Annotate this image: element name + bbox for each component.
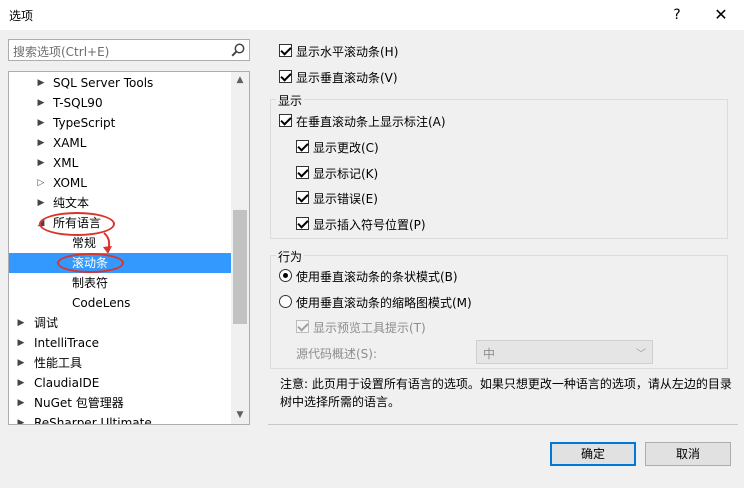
search-icon[interactable] [230,42,246,58]
show-caret-label[interactable]: 显示插入符号位置(P) [313,216,426,233]
note-text: 注意: 此页用于设置所有语言的选项。如果只想更改一种语言的选项，请从左边的目录树… [280,377,732,409]
expand-arrow-icon[interactable]: ▶ [35,113,47,133]
expand-arrow-icon[interactable]: ▷ [35,173,47,193]
expand-arrow-icon[interactable]: ▶ [15,413,27,424]
show-vertical-scrollbar-label[interactable]: 显示垂直滚动条(V) [296,69,398,86]
tree-item[interactable]: ▶ TypeScript [9,113,231,133]
tree-item[interactable]: ▶ 调试 [9,313,231,333]
show-errors-checkbox[interactable] [296,191,309,204]
source-overview-select: 中 ﹀ [476,340,653,364]
tree-item[interactable]: 常规 [9,233,231,253]
search-placeholder: 搜索选项(Ctrl+E) [13,45,110,59]
expand-arrow-icon[interactable]: ▶ [35,133,47,153]
tree-item-label: CodeLens [72,296,131,310]
tree-item-label: 制表符 [72,276,109,290]
expand-arrow-icon[interactable]: ▶ [35,73,47,93]
source-overview-value: 中 [483,347,496,361]
show-caret-checkbox[interactable] [296,217,309,230]
tree-item[interactable]: ▶ 纯文本 [9,193,231,213]
tree-item[interactable]: ▶ SQL Server Tools [9,73,231,93]
display-group-title: 显示 [276,92,305,109]
expand-arrow-icon[interactable]: ▶ [35,93,47,113]
tree-item-label: XML [53,156,79,170]
tree-item-label: T-SQL90 [53,96,103,110]
tree-item[interactable]: ▷ XOML [9,173,231,193]
tree-item-label: XAML [53,136,87,150]
tree-item[interactable]: ▶ IntelliTrace [9,333,231,353]
show-horizontal-scrollbar-checkbox[interactable] [279,44,292,57]
tree-item[interactable]: ▶ ReSharper Ultimate [9,413,231,424]
expand-arrow-icon[interactable]: ▶ [15,333,27,353]
options-tree[interactable]: ▶ SQL Server Tools ▶ T-SQL90 ▶ TypeScript ▶ XAM… [8,71,250,425]
expand-arrow-icon[interactable]: ▶ [15,353,27,373]
show-preview-label: 显示预览工具提示(T) [313,321,426,335]
scroll-down-arrow-icon[interactable]: ▼ [231,407,249,424]
tree-item[interactable]: ▶ T-SQL90 [9,93,231,113]
behavior-group-title: 行为 [276,248,305,265]
tree-item-label: 性能工具 [34,356,83,370]
tree-item-label: TypeScript [53,116,116,130]
title-bar: 选项 ? ✕ [0,0,744,30]
tree-item[interactable]: 制表符 [9,273,231,293]
expand-arrow-icon[interactable]: ▶ [15,373,27,393]
tree-item[interactable]: ▶ 性能工具 [9,353,231,373]
tree-item-label: 纯文本 [53,196,90,210]
tree-item[interactable]: ▶ XML [9,153,231,173]
source-overview-label: 源代码概述(S): [296,347,378,361]
tree-item-label: XOML [53,176,87,190]
close-button[interactable]: ✕ [708,3,734,27]
show-changes-checkbox[interactable] [296,140,309,153]
show-changes-label[interactable]: 显示更改(C) [313,139,379,156]
tree-item[interactable]: CodeLens [9,293,231,313]
show-marks-label[interactable]: 显示标记(K) [313,165,378,182]
annotation-circle-scrollbar-item [57,253,124,273]
divider [268,424,738,425]
expand-arrow-icon[interactable]: ▶ [15,313,27,333]
tree-item-label: IntelliTrace [34,336,100,350]
tree-scrollbar[interactable]: ▲ ▼ [231,72,249,424]
window-title: 选项 [9,9,34,23]
tree-item-label: NuGet 包管理器 [34,396,124,410]
show-preview-checkbox [296,320,309,333]
expand-arrow-icon[interactable]: ▶ [15,393,27,413]
show-vertical-scrollbar-checkbox[interactable] [279,70,292,83]
expand-arrow-icon[interactable]: ▶ [35,153,47,173]
cancel-button[interactable]: 取消 [645,442,731,466]
expand-arrow-icon[interactable]: ▶ [35,193,47,213]
tree-item[interactable]: ▶ NuGet 包管理器 [9,393,231,413]
bar-mode-label[interactable]: 使用垂直滚动条的条状模式(B) [296,268,458,285]
show-annotations-label[interactable]: 在垂直滚动条上显示标注(A) [296,113,446,130]
annotation-arrow-icon [103,232,112,254]
map-mode-label[interactable]: 使用垂直滚动条的缩略图模式(M) [296,294,472,311]
show-annotations-checkbox[interactable] [279,114,292,127]
tree-item-label: ClaudiaIDE [34,376,100,390]
bar-mode-radio[interactable] [279,269,292,282]
tree-list: ▶ SQL Server Tools ▶ T-SQL90 ▶ TypeScript ▶ XAM… [9,72,231,424]
scroll-up-arrow-icon[interactable]: ▲ [231,72,249,89]
tree-item[interactable]: ▶ XAML [9,133,231,153]
chevron-down-icon: ﹀ [636,349,646,360]
tree-item-label: ReSharper Ultimate [34,416,152,424]
show-horizontal-scrollbar-label[interactable]: 显示水平滚动条(H) [296,43,398,60]
map-mode-radio[interactable] [279,295,292,308]
show-errors-label[interactable]: 显示错误(E) [313,190,378,207]
search-input[interactable]: 搜索选项(Ctrl+E) [8,39,250,61]
show-marks-checkbox[interactable] [296,166,309,179]
scroll-thumb[interactable] [233,210,247,324]
tree-item-label: SQL Server Tools [53,76,154,90]
tree-item-label: 常规 [72,236,97,250]
ok-button[interactable]: 确定 [550,442,636,466]
tree-item[interactable]: ▶ ClaudiaIDE [9,373,231,393]
help-button[interactable]: ? [665,3,689,27]
tree-item-label: 调试 [34,316,59,330]
